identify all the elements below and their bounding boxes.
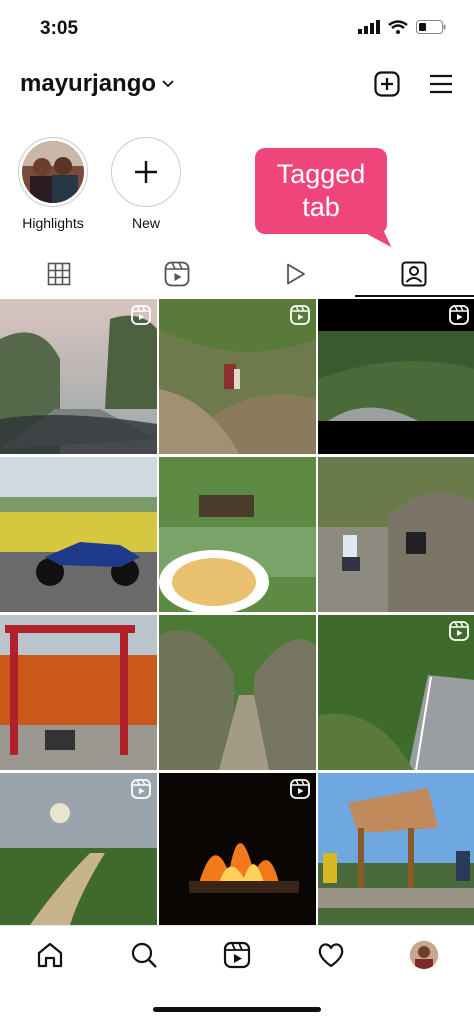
- nav-search[interactable]: [129, 940, 159, 970]
- post-thumbnail: [159, 615, 316, 770]
- tab-grid[interactable]: [0, 250, 118, 298]
- search-icon: [131, 942, 157, 968]
- reel-badge-icon: [131, 305, 151, 325]
- new-highlight-circle: [111, 137, 181, 207]
- nav-reels[interactable]: [222, 940, 252, 970]
- grid-post[interactable]: [318, 615, 474, 770]
- reel-badge-icon: [131, 779, 151, 799]
- home-icon: [37, 942, 63, 968]
- grid-post[interactable]: [159, 773, 316, 928]
- annotation-callout: Tagged tab: [255, 148, 387, 234]
- heart-icon: [318, 943, 344, 968]
- reels-icon: [164, 261, 190, 287]
- add-post-button[interactable]: [373, 70, 401, 98]
- chevron-down-icon: [162, 80, 174, 88]
- grid-post[interactable]: [159, 457, 316, 612]
- plus-icon: [135, 161, 157, 183]
- post-thumbnail: [0, 457, 157, 612]
- post-thumbnail: [0, 615, 157, 770]
- highlight-photo: [22, 141, 84, 203]
- highlight-cover: [18, 137, 88, 207]
- tab-reels[interactable]: [118, 250, 236, 298]
- profile-tabs: [0, 250, 474, 298]
- reel-badge-icon: [290, 779, 310, 799]
- new-highlight-label: New: [131, 215, 160, 231]
- tagged-icon: [401, 261, 427, 287]
- nav-home[interactable]: [35, 940, 65, 970]
- status-icons: [358, 20, 446, 34]
- username-switcher[interactable]: mayurjango: [20, 70, 174, 98]
- grid-post[interactable]: [0, 773, 157, 928]
- wifi-icon: [388, 20, 408, 34]
- nav-profile[interactable]: [409, 940, 439, 970]
- highlight-label: Highlights: [22, 215, 84, 231]
- new-highlight-button[interactable]: New: [110, 137, 182, 231]
- grid-post[interactable]: [318, 773, 474, 928]
- post-thumbnail: [159, 457, 316, 612]
- status-time: 3:05: [40, 18, 79, 39]
- reels-icon: [223, 941, 251, 969]
- menu-button[interactable]: [427, 70, 455, 98]
- tab-tagged[interactable]: [355, 250, 473, 298]
- profile-avatar: [409, 940, 439, 970]
- callout-line-2: tab: [302, 192, 340, 222]
- play-icon: [287, 263, 305, 285]
- hamburger-icon: [430, 74, 452, 94]
- grid-post[interactable]: [159, 299, 316, 454]
- battery-icon: [416, 20, 446, 34]
- highlight-story[interactable]: Highlights: [17, 137, 89, 231]
- signal-icon: [358, 20, 380, 34]
- plus-square-icon: [374, 71, 400, 97]
- reel-badge-icon: [449, 621, 469, 641]
- post-thumbnail: [318, 773, 474, 925]
- grid-post[interactable]: [159, 615, 316, 770]
- grid-post[interactable]: [0, 299, 157, 454]
- grid-post[interactable]: [318, 457, 474, 612]
- nav-activity[interactable]: [316, 940, 346, 970]
- callout-line-1: Tagged: [276, 159, 366, 189]
- grid-icon: [47, 262, 71, 286]
- grid-post[interactable]: [0, 457, 157, 612]
- post-thumbnail: [318, 457, 474, 612]
- username: mayurjango: [20, 70, 157, 97]
- reel-badge-icon: [290, 305, 310, 325]
- home-indicator: [153, 1007, 321, 1012]
- tab-videos[interactable]: [236, 250, 354, 298]
- grid-post[interactable]: [0, 615, 157, 770]
- grid-post[interactable]: [318, 299, 474, 454]
- reel-badge-icon: [449, 305, 469, 325]
- bottom-nav: [0, 925, 474, 986]
- selected-tab-indicator: [355, 295, 474, 297]
